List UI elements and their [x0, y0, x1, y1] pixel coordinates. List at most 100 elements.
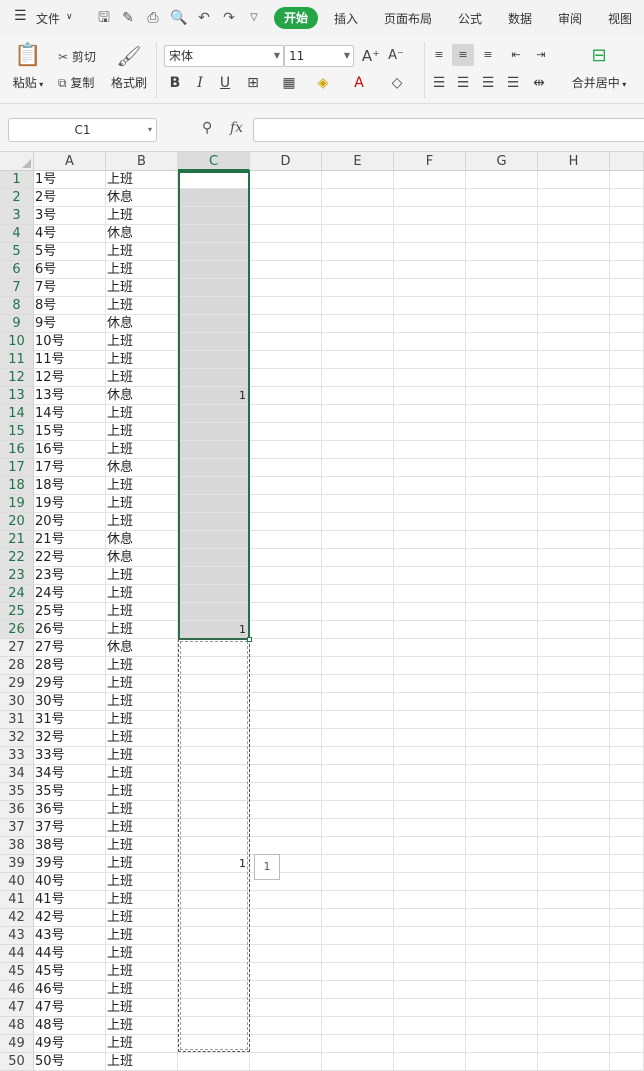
empty-cell[interactable] — [538, 477, 610, 495]
empty-cell[interactable] — [538, 405, 610, 423]
empty-cell[interactable] — [466, 1035, 538, 1053]
undo-icon[interactable]: ↶ — [194, 8, 214, 28]
empty-cell[interactable] — [394, 495, 466, 513]
empty-cell[interactable] — [250, 351, 322, 369]
row-header[interactable]: 50 — [0, 1053, 34, 1071]
empty-cell[interactable] — [322, 423, 394, 441]
empty-cell[interactable] — [538, 873, 610, 891]
fx-icon[interactable]: fx — [230, 120, 243, 136]
empty-cell[interactable] — [466, 621, 538, 639]
empty-cell[interactable] — [394, 909, 466, 927]
empty-cell[interactable] — [250, 513, 322, 531]
empty-cell[interactable] — [250, 837, 322, 855]
underline-icon[interactable]: U — [214, 72, 236, 94]
bold-icon[interactable]: B — [164, 72, 186, 94]
fill-color-icon[interactable]: ◈ — [312, 72, 334, 94]
empty-cell[interactable] — [250, 441, 322, 459]
empty-cell[interactable] — [610, 495, 644, 513]
empty-cell[interactable] — [538, 243, 610, 261]
cell-b-50[interactable]: 上班 — [106, 1053, 178, 1071]
empty-cell[interactable] — [394, 225, 466, 243]
empty-cell[interactable] — [538, 999, 610, 1017]
row-header[interactable]: 26 — [0, 621, 34, 639]
empty-cell[interactable] — [322, 1035, 394, 1053]
empty-cell[interactable] — [538, 171, 610, 189]
print-icon[interactable]: ⎙ — [143, 8, 163, 28]
empty-cell[interactable] — [250, 387, 322, 405]
empty-cell[interactable] — [394, 531, 466, 549]
row-header[interactable]: 37 — [0, 819, 34, 837]
empty-cell[interactable] — [610, 171, 644, 189]
empty-cell[interactable] — [250, 531, 322, 549]
cell-b-13[interactable]: 休息 — [106, 387, 178, 405]
empty-cell[interactable] — [610, 693, 644, 711]
empty-cell[interactable] — [250, 243, 322, 261]
empty-cell[interactable] — [538, 1017, 610, 1035]
row-header[interactable]: 48 — [0, 1017, 34, 1035]
empty-cell[interactable] — [538, 207, 610, 225]
empty-cell[interactable] — [538, 603, 610, 621]
empty-cell[interactable] — [538, 927, 610, 945]
empty-cell[interactable] — [538, 945, 610, 963]
empty-cell[interactable] — [250, 801, 322, 819]
merge-center-button[interactable]: ⊟ 合并居中 ▾ — [568, 44, 630, 91]
empty-cell[interactable] — [250, 333, 322, 351]
empty-cell[interactable] — [610, 783, 644, 801]
empty-cell[interactable] — [610, 351, 644, 369]
row-header[interactable]: 21 — [0, 531, 34, 549]
cell-b-22[interactable]: 休息 — [106, 549, 178, 567]
cell-b-11[interactable]: 上班 — [106, 351, 178, 369]
cell-b-12[interactable]: 上班 — [106, 369, 178, 387]
fill-pattern-icon[interactable]: ▦ — [278, 72, 300, 94]
cell-b-37[interactable]: 上班 — [106, 819, 178, 837]
empty-cell[interactable] — [250, 405, 322, 423]
empty-cell[interactable] — [322, 549, 394, 567]
empty-cell[interactable] — [394, 891, 466, 909]
cell-a-13[interactable]: 13号 — [34, 387, 106, 405]
row-header[interactable]: 14 — [0, 405, 34, 423]
empty-cell[interactable] — [466, 459, 538, 477]
empty-cell[interactable] — [322, 927, 394, 945]
cell-b-45[interactable]: 上班 — [106, 963, 178, 981]
empty-cell[interactable] — [394, 261, 466, 279]
empty-cell[interactable] — [538, 819, 610, 837]
cell-a-28[interactable]: 28号 — [34, 657, 106, 675]
cut-button[interactable]: ✂ 剪切 — [58, 48, 96, 65]
cell-b-4[interactable]: 休息 — [106, 225, 178, 243]
align-center-icon[interactable]: ☰ — [452, 72, 474, 94]
empty-cell[interactable] — [538, 801, 610, 819]
row-header[interactable]: 31 — [0, 711, 34, 729]
cell-b-32[interactable]: 上班 — [106, 729, 178, 747]
row-header[interactable]: 4 — [0, 225, 34, 243]
cell-b-48[interactable]: 上班 — [106, 1017, 178, 1035]
indent-increase-icon[interactable]: ⇥ — [530, 44, 552, 66]
empty-cell[interactable] — [322, 891, 394, 909]
cell-a-50[interactable]: 50号 — [34, 1053, 106, 1071]
empty-cell[interactable] — [394, 1053, 466, 1071]
empty-cell[interactable] — [322, 171, 394, 189]
cell-a-5[interactable]: 5号 — [34, 243, 106, 261]
cell-b-42[interactable]: 上班 — [106, 909, 178, 927]
align-right-icon[interactable]: ☰ — [477, 72, 499, 94]
empty-cell[interactable] — [610, 225, 644, 243]
empty-cell[interactable] — [538, 351, 610, 369]
empty-cell[interactable] — [538, 657, 610, 675]
empty-cell[interactable] — [394, 315, 466, 333]
column-header-a[interactable]: A — [34, 152, 106, 171]
empty-cell[interactable] — [466, 567, 538, 585]
cell-a-39[interactable]: 39号 — [34, 855, 106, 873]
empty-cell[interactable] — [466, 549, 538, 567]
empty-cell[interactable] — [466, 873, 538, 891]
empty-cell[interactable] — [538, 279, 610, 297]
cell-b-31[interactable]: 上班 — [106, 711, 178, 729]
empty-cell[interactable] — [394, 207, 466, 225]
cell-a-1[interactable]: 1号 — [34, 171, 106, 189]
format-painter-button[interactable]: 🖌 格式刷 — [108, 44, 150, 91]
empty-cell[interactable] — [466, 837, 538, 855]
empty-cell[interactable] — [610, 189, 644, 207]
empty-cell[interactable] — [394, 819, 466, 837]
empty-cell[interactable] — [322, 243, 394, 261]
cell-b-24[interactable]: 上班 — [106, 585, 178, 603]
select-all-corner[interactable] — [0, 152, 34, 171]
cell-a-7[interactable]: 7号 — [34, 279, 106, 297]
